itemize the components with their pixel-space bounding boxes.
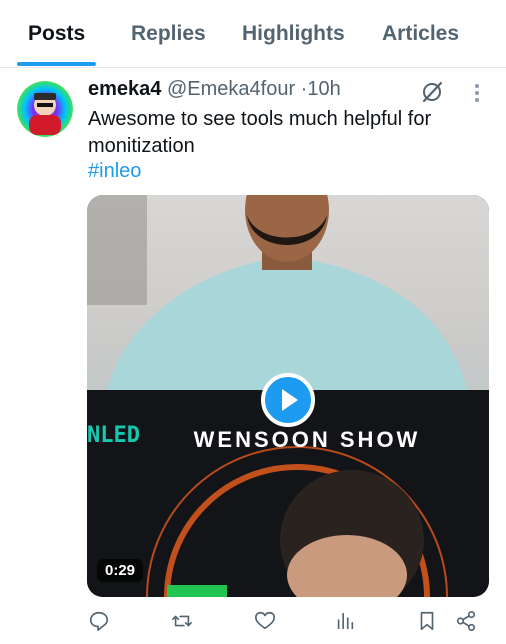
active-tab-indicator [17, 62, 96, 66]
hashtag-link[interactable]: #inleo [88, 160, 141, 183]
post-text: Awesome to see tools much helpful for mo… [88, 108, 432, 157]
play-button[interactable] [261, 373, 315, 427]
tab-highlights[interactable]: Highlights [242, 22, 345, 46]
views-icon[interactable] [334, 610, 356, 632]
more-options-icon[interactable] [474, 82, 480, 104]
play-icon [282, 389, 298, 411]
repost-icon[interactable] [171, 610, 193, 632]
author-name[interactable]: emeka4 [88, 78, 161, 100]
tab-posts[interactable]: Posts [28, 22, 85, 46]
video-frame-top [87, 195, 489, 390]
post-header: emeka4 @Emeka4four ·10h [88, 78, 341, 101]
profile-tabs: Posts Replies Highlights Articles [0, 0, 506, 68]
video-overlay-logo: NLED [87, 423, 140, 448]
video-duration: 0:29 [97, 559, 144, 582]
post-time[interactable]: 10h [307, 78, 340, 100]
post-actions [0, 604, 506, 640]
author-handle[interactable]: @Emeka4four [167, 78, 295, 100]
grok-icon[interactable] [420, 80, 444, 104]
reply-icon[interactable] [88, 610, 110, 632]
like-icon[interactable] [254, 610, 276, 632]
video-player[interactable]: NLED WENSOON SHOW 0:29 [87, 195, 489, 597]
video-overlay-title: WENSOON SHOW [193, 427, 421, 452]
tab-articles[interactable]: Articles [382, 22, 459, 46]
bookmark-icon[interactable] [416, 610, 438, 632]
tab-replies[interactable]: Replies [131, 22, 206, 46]
avatar[interactable] [17, 81, 73, 137]
share-icon[interactable] [455, 610, 477, 632]
